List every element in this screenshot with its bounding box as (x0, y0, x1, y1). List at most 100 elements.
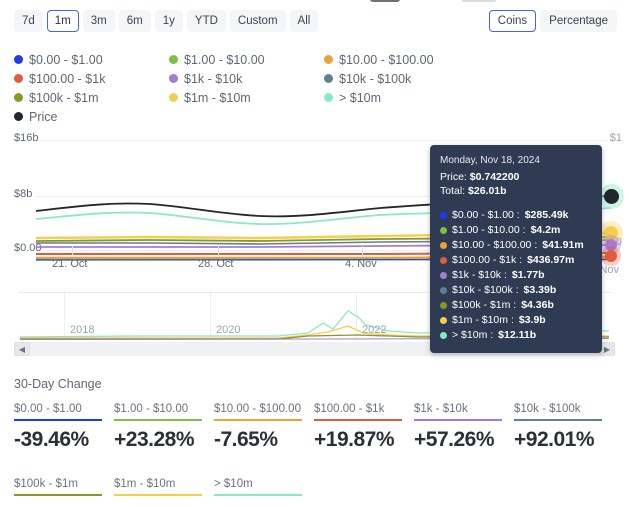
marker-price (604, 189, 619, 204)
legend-item-label: Price (29, 109, 58, 124)
change-cell-label: $0.00 - $1.00 (14, 403, 82, 415)
tooltip-series-row: $1m - $10m : $3.9b (440, 313, 592, 328)
tooltip-series-row: $100k - $1m : $4.36b (440, 298, 592, 313)
tooltip-series-value: $436.97m (527, 253, 575, 266)
tooltip-price-value: $0.742200 (469, 170, 520, 183)
tooltip-series-label: $0.00 - $1.00 : (452, 208, 520, 221)
range-button-6m[interactable]: 6m (118, 10, 151, 32)
legend-item[interactable]: $10.00 - $100.00 (324, 50, 479, 69)
tooltip-series-row: $10.00 - $100.00 : $41.91m (440, 238, 592, 253)
legend-item-label: $1.00 - $10.00 (184, 52, 265, 67)
tooltip-series-label: $100k - $1m : (452, 298, 517, 311)
legend-item-label: > $10m (339, 90, 382, 105)
display-mode-toggle: Coins Percentage (488, 10, 617, 32)
legend-item-label: $100k - $1m (29, 90, 99, 105)
change-grid: $0.00 - $1.00 -39.46% $1.00 - $10.00 +23.28… (14, 403, 629, 507)
tooltip-series-label: $100.00 - $1k : (452, 253, 523, 266)
change-cell-value: -7.65% (214, 428, 278, 451)
legend-dot-icon (324, 93, 333, 102)
range-button-custom[interactable]: Custom (229, 10, 286, 32)
tooltip-series-value: $3.9b (518, 313, 546, 326)
tooltip-series-row: > $10m : $12.11b (440, 328, 592, 343)
marker-1m-10m (604, 226, 618, 240)
tooltip-dot-icon (440, 241, 447, 249)
tooltip-series-label: $10k - $100k : (452, 283, 519, 296)
legend-item-label: $1k - $10k (184, 71, 243, 86)
range-button-7d[interactable]: 7d (14, 10, 43, 32)
tooltip-dot-icon (440, 316, 447, 324)
tooltip-dot-icon (440, 286, 447, 294)
tooltip-dot-icon (440, 301, 447, 309)
change-cell-value: +57.26% (414, 428, 495, 451)
legend-item[interactable]: $1.00 - $10.00 (169, 50, 324, 69)
marker-100-1k (605, 250, 617, 262)
change-cell-color-rule (214, 419, 302, 421)
legend-dot-icon (169, 74, 178, 83)
legend-dot-icon (14, 93, 23, 102)
change-cell: $100k - $1m (14, 478, 114, 503)
change-cell-label: $10.00 - $100.00 (214, 403, 301, 415)
tooltip-series-row: $10k - $100k : $3.39b (440, 283, 592, 298)
tooltip-series-row: $1.00 - $10.00 : $4.2m (440, 223, 592, 238)
legend-item[interactable]: $0.00 - $1.00 (14, 50, 169, 69)
change-cell: $10.00 - $100.00 -7.65% (214, 403, 314, 452)
tooltip-series-value: $41.91m (542, 238, 584, 251)
legend-item[interactable]: > $10m (324, 88, 479, 107)
tooltip-total-row: Total: $26.01b (440, 184, 592, 199)
range-button-1y[interactable]: 1y (154, 10, 183, 32)
change-cell-label: $1m - $10m (114, 478, 176, 490)
x-tick (72, 246, 73, 256)
x-axis-label-4-nov: 4. Nov (345, 258, 377, 270)
change-cell: $100.00 - $1k +19.87% (314, 403, 414, 452)
change-cell: $0.00 - $1.00 -39.46% (14, 403, 114, 452)
legend-item-label: $10.00 - $100.00 (339, 52, 434, 67)
legend-item[interactable]: Price (14, 107, 169, 126)
top-cropped-element-2 (462, 0, 496, 2)
legend-item[interactable]: $100.00 - $1k (14, 69, 169, 88)
change-cell-value: +92.01% (514, 428, 595, 451)
tooltip-series-label: $10.00 - $100.00 : (452, 238, 538, 251)
change-cell-color-rule (14, 494, 102, 496)
x-tick (362, 246, 363, 256)
scroll-left-arrow-icon[interactable]: ◀ (14, 342, 30, 356)
legend-item[interactable]: $100k - $1m (14, 88, 169, 107)
change-cell: $1k - $10k +57.26% (414, 403, 514, 452)
x-axis-label-28-oct: 28. Oct (198, 258, 234, 270)
tooltip-series-value: $285.49k (524, 208, 569, 221)
change-cell-color-rule (114, 494, 202, 496)
chart-tooltip: Monday, Nov 18, 2024 Price: $0.742200 To… (430, 145, 602, 353)
tooltip-date: Monday, Nov 18, 2024 (440, 155, 540, 166)
tooltip-series-label: $1k - $10k : (452, 268, 507, 281)
change-cell-color-rule (214, 494, 302, 496)
legend-item[interactable]: $1m - $10m (169, 88, 324, 107)
navigator-year-2018: 2018 (70, 324, 95, 336)
change-cell-value: +23.28% (114, 428, 195, 451)
tooltip-series-value: $4.36b (521, 298, 554, 311)
change-cell-color-rule (14, 419, 102, 421)
change-cell-value: -39.46% (14, 428, 89, 451)
range-button-1m[interactable]: 1m (46, 10, 79, 32)
tooltip-series-row: $100.00 - $1k : $436.97m (440, 253, 592, 268)
mode-button-coins[interactable]: Coins (488, 10, 537, 32)
tooltip-series-list: $0.00 - $1.00 : $285.49k $1.00 - $10.00 : $… (440, 208, 592, 343)
time-range-toolbar: 7d 1m 3m 6m 1y YTD Custom All (14, 10, 319, 32)
tooltip-series-value: $4.2m (530, 223, 561, 236)
tooltip-series-label: $1m - $10m : (452, 313, 514, 326)
change-cell-color-rule (514, 419, 602, 421)
legend-item-label: $0.00 - $1.00 (29, 52, 103, 67)
range-button-3m[interactable]: 3m (82, 10, 115, 32)
legend-item[interactable]: $1k - $10k (169, 69, 324, 88)
change-cell: $10k - $100k +92.01% (514, 403, 614, 452)
legend-dot-icon (14, 74, 23, 83)
mode-button-percentage[interactable]: Percentage (540, 10, 617, 32)
tooltip-dot-icon (440, 271, 447, 279)
tooltip-series-value: $12.11b (498, 328, 537, 341)
tooltip-dot-icon (440, 211, 447, 219)
change-cell-label: $100k - $1m (14, 478, 78, 490)
change-cell: > $10m (214, 478, 314, 503)
range-button-all[interactable]: All (289, 10, 319, 32)
navigator-year-2022: 2022 (362, 324, 387, 336)
legend-item[interactable]: $10k - $100k (324, 69, 479, 88)
top-cropped-element (370, 0, 400, 2)
range-button-ytd[interactable]: YTD (186, 10, 226, 32)
